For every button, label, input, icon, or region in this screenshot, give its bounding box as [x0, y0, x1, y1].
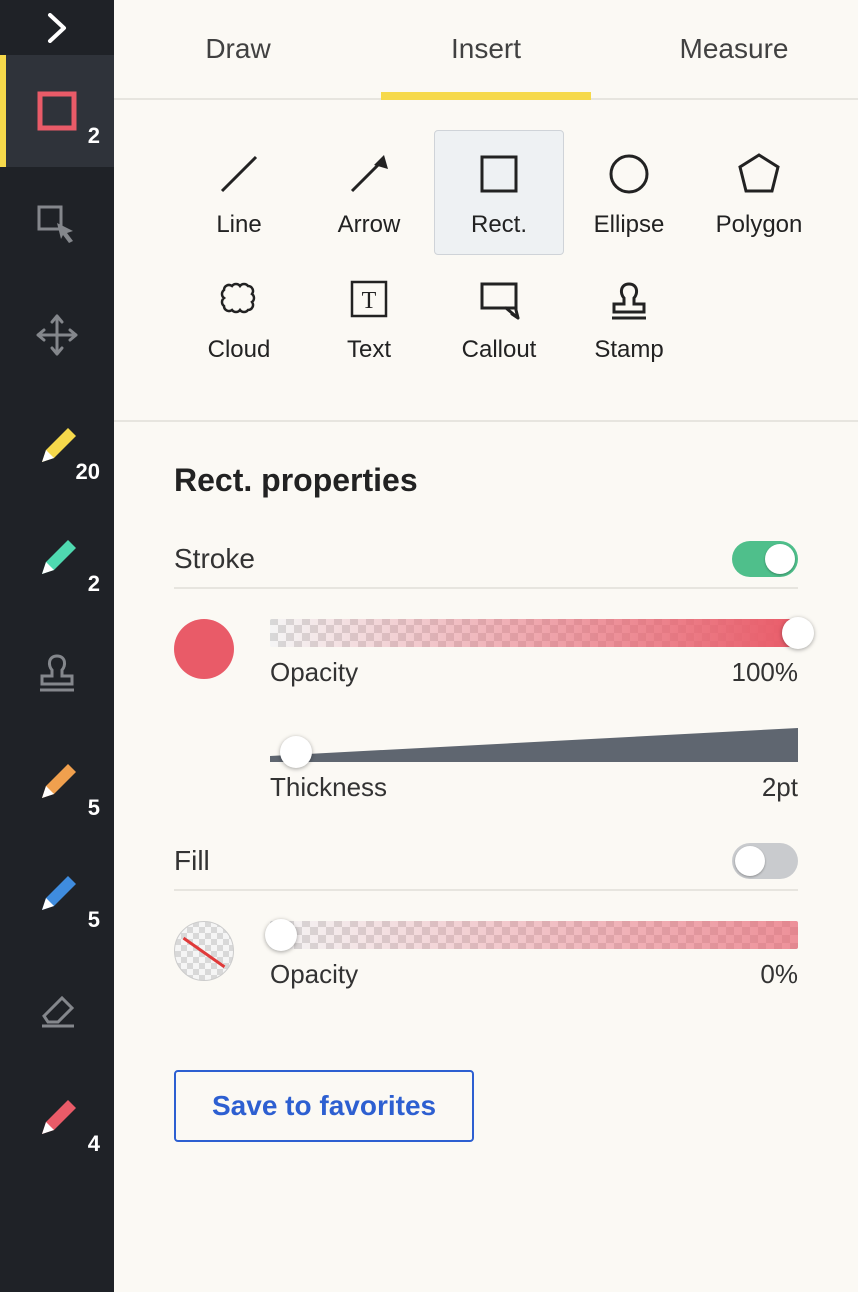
stroke-toggle[interactable] [732, 541, 798, 577]
shape-label: Polygon [716, 211, 803, 239]
badge: 5 [88, 795, 100, 821]
shape-label: Line [216, 211, 261, 239]
sidebar-item-stamp[interactable] [0, 615, 114, 727]
sidebar-item-eraser[interactable] [0, 951, 114, 1063]
shape-label: Cloud [208, 336, 271, 364]
shape-text[interactable]: T Text [304, 255, 434, 380]
stroke-thickness-block: Thickness 2pt [174, 728, 798, 803]
stroke-opacity-value: 100% [732, 657, 799, 688]
shape-label: Stamp [594, 336, 663, 364]
badge: 2 [88, 123, 100, 149]
stroke-thickness-label: Thickness [270, 772, 387, 803]
eraser-icon [34, 984, 80, 1030]
sidebar-item-pen-orange[interactable]: 5 [0, 727, 114, 839]
fill-row: Fill [174, 843, 798, 891]
tab-draw[interactable]: Draw [114, 0, 362, 98]
cloud-icon [214, 271, 264, 326]
stroke-thickness-value: 2pt [762, 772, 798, 803]
stroke-row: Stroke [174, 541, 798, 589]
pen-icon [34, 760, 80, 806]
pen-icon [34, 424, 80, 470]
pen-icon [34, 1096, 80, 1142]
pen-icon [34, 536, 80, 582]
shape-grid: Line Arrow Rect. Ellipse Polygon Cloud T… [114, 100, 858, 410]
properties-title: Rect. properties [174, 462, 798, 499]
badge: 4 [88, 1131, 100, 1157]
fill-toggle[interactable] [732, 843, 798, 879]
line-icon [214, 146, 264, 201]
shape-label: Arrow [338, 211, 401, 239]
stroke-thickness-slider[interactable] [270, 728, 798, 762]
fill-color-swatch[interactable] [174, 921, 234, 981]
stamp-icon [604, 271, 654, 326]
rect-icon [474, 146, 524, 201]
sidebar-item-select[interactable] [0, 167, 114, 279]
sidebar-item-pen-yellow[interactable]: 20 [0, 391, 114, 503]
shape-rect[interactable]: Rect. [434, 130, 564, 255]
sidebar-item-rect[interactable]: 2 [0, 55, 114, 167]
fill-label: Fill [174, 845, 210, 877]
stroke-opacity-slider[interactable] [270, 619, 798, 647]
shape-cloud[interactable]: Cloud [174, 255, 304, 380]
badge: 5 [88, 907, 100, 933]
stamp-icon [34, 648, 80, 694]
rect-icon [37, 91, 77, 131]
tab-measure[interactable]: Measure [610, 0, 858, 98]
select-icon [33, 199, 81, 247]
shape-label: Callout [462, 336, 537, 364]
callout-icon [474, 271, 524, 326]
badge: 20 [76, 459, 100, 485]
stroke-color-swatch[interactable] [174, 619, 234, 679]
shape-polygon[interactable]: Polygon [694, 130, 824, 255]
badge: 2 [88, 571, 100, 597]
shape-label: Ellipse [594, 211, 665, 239]
stroke-opacity-label: Opacity [270, 657, 358, 688]
arrow-icon [344, 146, 394, 201]
shape-stamp[interactable]: Stamp [564, 255, 694, 380]
svg-text:T: T [362, 288, 377, 314]
sidebar-item-pen-red[interactable]: 4 [0, 1063, 114, 1175]
tool-sidebar: 2 20 2 5 5 4 [0, 0, 114, 1292]
sidebar-item-pen-blue[interactable]: 5 [0, 839, 114, 951]
sidebar-item-pen-teal[interactable]: 2 [0, 503, 114, 615]
stroke-label: Stroke [174, 543, 255, 575]
chevron-right-icon [46, 13, 68, 43]
tabs: Draw Insert Measure [114, 0, 858, 100]
polygon-icon [734, 146, 784, 201]
sidebar-item-move[interactable] [0, 279, 114, 391]
fill-opacity-value: 0% [760, 959, 798, 990]
shape-ellipse[interactable]: Ellipse [564, 130, 694, 255]
expand-sidebar-button[interactable] [0, 0, 114, 55]
main-panel: Draw Insert Measure Line Arrow Rect. Ell… [114, 0, 858, 1292]
shape-callout[interactable]: Callout [434, 255, 564, 380]
fill-opacity-label: Opacity [270, 959, 358, 990]
stroke-opacity-block: Opacity 100% [174, 619, 798, 688]
properties-panel: Rect. properties Stroke Opacity 100% [114, 422, 858, 1182]
text-icon: T [344, 271, 394, 326]
shape-line[interactable]: Line [174, 130, 304, 255]
fill-opacity-slider[interactable] [270, 921, 798, 949]
tab-insert[interactable]: Insert [362, 0, 610, 98]
save-to-favorites-button[interactable]: Save to favorites [174, 1070, 474, 1142]
pen-icon [34, 872, 80, 918]
shape-label: Text [347, 336, 391, 364]
move-icon [34, 312, 80, 358]
ellipse-icon [604, 146, 654, 201]
shape-label: Rect. [471, 211, 527, 239]
fill-opacity-block: Opacity 0% [174, 921, 798, 990]
shape-arrow[interactable]: Arrow [304, 130, 434, 255]
